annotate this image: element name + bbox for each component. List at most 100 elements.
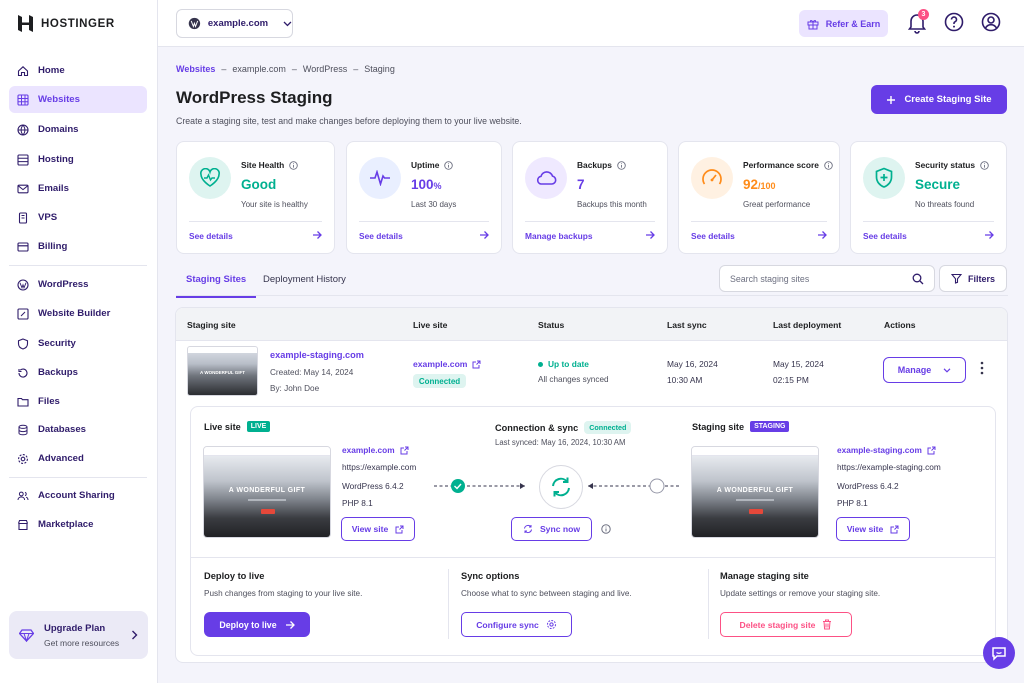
diamond-icon [19,628,34,642]
arrow-right-icon[interactable] [645,230,655,240]
upgrade-plan-card[interactable]: Upgrade Plan Get more resources [9,611,148,659]
sidebar-item-vps[interactable]: VPS [9,204,147,231]
card-subtitle: Your site is healthy [241,200,308,209]
account-button[interactable] [981,12,1001,32]
view-site-label: View site [351,524,389,534]
sidebar-item-website-builder[interactable]: Website Builder [9,300,147,327]
websites-icon [17,93,29,106]
sidebar-item-account-sharing[interactable]: Account Sharing [9,482,147,509]
globe-icon [17,123,29,136]
help-icon [944,12,964,32]
arrow-right-icon[interactable] [312,230,322,240]
sidebar-item-websites[interactable]: Websites [9,86,147,113]
manage-button[interactable]: Manage [883,357,966,383]
sidebar-item-wordpress[interactable]: WordPress [9,271,147,298]
external-link-icon [400,446,409,455]
site-health-icon-circle [189,157,231,199]
view-live-site-button[interactable]: View site [341,517,415,541]
external-link-icon [472,360,481,368]
breadcrumb-websites[interactable]: Websites [176,64,215,74]
pulse-icon [370,170,390,186]
card-value-suffix: /100 [758,181,776,191]
live-site-preview: A WONDERFUL GIFT [203,446,331,538]
card-link[interactable]: Manage backups [525,231,593,241]
sidebar-item-label: Advanced [38,453,84,464]
sidebar-item-emails[interactable]: Emails [9,175,147,202]
manage-staging-title: Manage staging site [720,571,809,581]
configure-sync-button[interactable]: Configure sync [461,612,572,637]
sidebar-item-backups[interactable]: Backups [9,359,147,386]
staging-sites-table: Staging site Live site Status Last sync … [175,307,1008,663]
sidebar-item-hosting[interactable]: Hosting [9,146,147,173]
arrow-right-icon[interactable] [479,230,489,240]
card-link[interactable]: See details [691,231,735,241]
action-separator [448,569,449,639]
sidebar-item-security[interactable]: Security [9,330,147,357]
sidebar-item-billing[interactable]: Billing [9,233,147,260]
detail-divider [191,557,995,558]
home-icon [17,65,29,76]
card-link[interactable]: See details [359,231,403,241]
card-subtitle: Great performance [743,200,811,209]
staging-site-domain-link[interactable]: example-staging.com [837,442,941,459]
configure-sync-label: Configure sync [476,619,539,630]
card-value-text: 92 [743,177,759,192]
card-value-text: 7 [577,177,585,192]
help-button[interactable] [944,12,964,32]
column-header-actions: Actions [884,320,916,330]
sync-status-indicator [539,465,583,509]
live-site-title: Live site LIVE [204,421,271,432]
refer-earn-button[interactable]: Refer & Earn [799,10,888,37]
deploy-to-live-button[interactable]: Deploy to live [204,612,310,637]
arrow-right-icon[interactable] [984,230,994,240]
sync-now-button[interactable]: Sync now [511,517,592,541]
card-link[interactable]: See details [863,231,907,241]
sidebar-item-marketplace[interactable]: Marketplace [9,511,147,538]
live-preview-hero-text: A WONDERFUL GIFT [228,487,306,494]
live-site-domain-link[interactable]: example.com [342,442,416,459]
sidebar-item-databases[interactable]: Databases [9,416,147,443]
card-link[interactable]: See details [189,231,233,241]
breadcrumb-section[interactable]: WordPress [303,64,347,74]
info-icon[interactable] [601,524,611,534]
breadcrumb-separator: – [291,64,297,74]
chevron-right-icon [132,630,138,640]
filters-button[interactable]: Filters [939,265,1007,292]
view-staging-site-button[interactable]: View site [836,517,910,541]
more-options-button[interactable] [980,361,984,375]
shield-plus-icon [875,167,893,188]
staging-site-created: Created: May 14, 2024 [270,368,354,377]
card-divider [691,221,827,222]
shield-icon [17,337,29,350]
sidebar-item-label: Hosting [38,154,74,165]
site-health-card: Site Health Good Your site is healthy Se… [176,141,335,254]
info-icon [980,160,989,170]
chat-support-button[interactable] [983,637,1015,669]
sidebar-item-home[interactable]: Home [9,57,147,84]
staging-site-name-link[interactable]: example-staging.com [270,350,364,360]
sidebar-item-label: Domains [38,124,79,135]
tab-deployment-history[interactable]: Deployment History [263,274,346,285]
brand-logo[interactable]: HOSTINGER [18,15,115,32]
tab-staging-sites[interactable]: Staging Sites [175,274,257,298]
connection-badge: Connected [584,421,632,434]
domain-selector[interactable]: example.com [176,9,293,38]
card-divider [525,221,655,222]
staging-site-info: example-staging.com https://example-stag… [837,442,941,512]
live-site-link[interactable]: example.com [413,359,481,369]
create-staging-site-button[interactable]: Create Staging Site [871,85,1007,114]
sidebar: HOSTINGER Home Websites Domains Hosting … [0,0,158,683]
sidebar-item-domains[interactable]: Domains [9,116,147,143]
table-header: Staging site Live site Status Last sync … [176,308,1007,341]
trash-icon [823,619,832,630]
search-input[interactable]: Search staging sites [719,265,935,292]
breadcrumb-domain[interactable]: example.com [232,64,286,74]
delete-staging-site-button[interactable]: Delete staging site [720,612,852,637]
last-sync-time: 10:30 AM [667,375,703,385]
sidebar-item-files[interactable]: Files [9,388,147,415]
connected-badge: Connected [413,374,466,388]
sidebar-item-advanced[interactable]: Advanced [9,445,147,472]
arrow-right-icon[interactable] [817,230,827,240]
card-divider [359,221,489,222]
backups-card: Backups 7 Backups this month Manage back… [512,141,668,254]
